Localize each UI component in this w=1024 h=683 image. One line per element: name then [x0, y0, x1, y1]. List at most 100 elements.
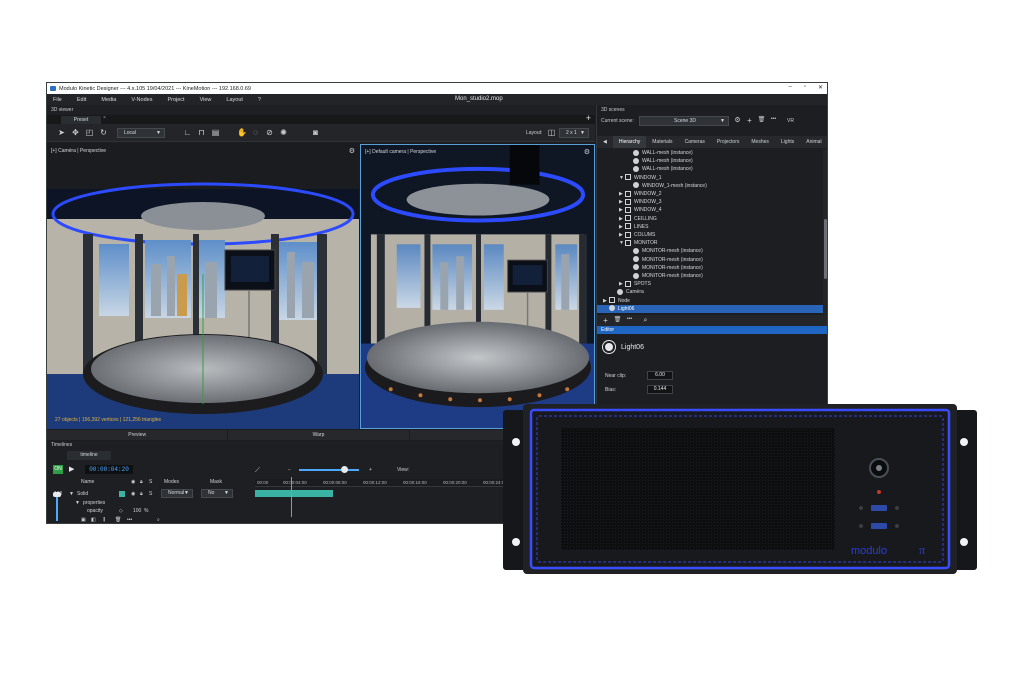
zoom-icon[interactable]: ⊘ — [265, 128, 274, 137]
trash-icon[interactable]: 🗑︎ — [757, 116, 766, 125]
more-icon[interactable]: ••• — [625, 315, 634, 324]
level-slider-track[interactable] — [56, 493, 58, 521]
tree-item[interactable]: ▼ WINDOW_1 — [597, 174, 823, 182]
current-scene-dropdown[interactable]: Scene 3D ▼ — [639, 116, 729, 126]
tree-item[interactable]: WALL-mesh (instance) — [597, 149, 823, 157]
tab-warp[interactable]: Warp — [228, 430, 410, 440]
tab-close-icon[interactable]: × — [103, 115, 106, 121]
layer-solo[interactable]: S — [149, 491, 152, 497]
layout-dropdown[interactable]: 2 x 1 ▼ — [559, 128, 589, 138]
maximize-icon[interactable]: ▫ — [804, 84, 806, 91]
viewport-camera[interactable]: [+] Caméra | Perspective ⚙ 27 objects | … — [47, 144, 359, 429]
tree-item[interactable]: WALL-mesh (instance) — [597, 165, 823, 173]
playhead[interactable] — [291, 477, 292, 517]
tab-cameras[interactable]: Cameras — [679, 136, 711, 148]
play-icon[interactable]: ▶ — [69, 465, 74, 473]
search-icon[interactable]: ⌕ — [157, 517, 160, 523]
opacity-property[interactable]: opacity — [87, 508, 103, 514]
tab-lights[interactable]: Lights — [775, 136, 800, 148]
eye-icon[interactable]: ◉ — [131, 491, 135, 497]
layer-color-swatch[interactable] — [119, 491, 125, 497]
trash-icon[interactable]: 🗑︎ — [115, 517, 121, 523]
tree-item[interactable]: ▶ COLUMS — [597, 231, 823, 239]
expand-arrow-icon[interactable]: ▼ — [75, 500, 80, 506]
tab-meshes[interactable]: Meshes — [745, 136, 775, 148]
tabs-scroll-left-icon[interactable]: ◀ — [597, 136, 613, 148]
curve-graph-icon[interactable]: ⟋ — [255, 467, 260, 475]
vr-toggle[interactable]: VR — [787, 118, 794, 124]
tree-item[interactable]: ▶ CEILLING — [597, 215, 823, 223]
gear-icon[interactable]: ⚙ — [349, 147, 355, 155]
menu-help[interactable]: ? — [252, 97, 270, 103]
layout-split-icon[interactable]: ◫ — [547, 128, 556, 137]
more-icon[interactable]: ••• — [769, 115, 778, 124]
tab-hierarchy[interactable]: Hierarchy — [612, 136, 647, 148]
add-icon[interactable]: + — [601, 316, 610, 325]
hand-pan-icon[interactable]: ✋ — [237, 128, 247, 137]
scrollbar-thumb[interactable] — [824, 219, 827, 279]
gear-icon[interactable]: ⚙ — [584, 148, 590, 156]
timecode-display[interactable]: 00:00:04:20 — [85, 465, 133, 474]
tree-scrollbar[interactable] — [823, 149, 827, 314]
bias-input[interactable]: 0.144 — [647, 385, 673, 394]
tab-preset[interactable]: Preset — [61, 116, 101, 124]
menu-file[interactable]: File — [47, 97, 71, 103]
rotate-icon[interactable]: ↻ — [99, 128, 108, 137]
tree-item[interactable]: ▶ WINDOW_4 — [597, 206, 823, 214]
tree-item[interactable]: MONITOR-mesh (instance) — [597, 256, 823, 264]
zoom-out-icon[interactable]: − — [288, 467, 291, 473]
close-icon[interactable]: ✕ — [818, 84, 823, 91]
timeline-on-toggle[interactable]: ON — [53, 465, 63, 474]
tree-item[interactable]: WINDOW_1-mesh (instance) — [597, 182, 823, 190]
level-slider-handle[interactable] — [53, 492, 61, 497]
menu-v-nodes[interactable]: V-Nodes — [125, 97, 161, 103]
menu-project[interactable]: Project — [161, 97, 193, 103]
new-layer-icon[interactable]: ◧ — [91, 517, 96, 523]
menu-media[interactable]: Media — [95, 97, 125, 103]
folder-icon[interactable]: ▣ — [81, 517, 86, 523]
annotation-icon[interactable]: ▤ — [211, 128, 220, 137]
tree-item[interactable]: Caméra — [597, 288, 823, 296]
minimize-icon[interactable]: – — [788, 84, 791, 91]
gear-icon[interactable]: ⚙ — [733, 116, 742, 125]
layer-name[interactable]: Solid — [77, 491, 88, 497]
menu-layout[interactable]: Layout — [220, 97, 252, 103]
keyframe-icon[interactable]: ◇ — [119, 508, 123, 514]
snap-corner-icon[interactable]: ∟ — [183, 128, 192, 137]
add-icon[interactable]: + — [745, 116, 754, 125]
orbit-icon[interactable]: ◌ — [251, 128, 260, 137]
tree-item[interactable]: MONITOR-mesh (instance) — [597, 264, 823, 272]
viewport-default-camera[interactable]: [+] Default camera | Perspective ⚙ — [360, 144, 595, 429]
light-name[interactable]: Light06 — [621, 344, 644, 351]
tree-item[interactable]: ▶ Node — [597, 297, 823, 305]
select-cursor-icon[interactable]: ➤ — [57, 128, 66, 137]
trash-icon[interactable]: 🗑︎ — [613, 316, 622, 325]
tree-item[interactable]: ▼ MONITOR — [597, 239, 823, 247]
focus-icon[interactable]: ✺ — [279, 128, 288, 137]
tree-item[interactable]: ▶ WINDOW_2 — [597, 190, 823, 198]
near-clip-input[interactable]: 6.00 — [647, 371, 673, 380]
more-icon[interactable]: ••• — [127, 517, 132, 523]
blend-mode-dropdown[interactable]: Normal ▼ — [161, 489, 193, 498]
tree-item[interactable]: MONITOR-mesh (instance) — [597, 272, 823, 280]
tab-timeline[interactable]: timeline — [67, 451, 111, 460]
tab-preview[interactable]: Preview — [47, 430, 229, 440]
camera-snapshot-icon[interactable]: ◙ — [311, 128, 320, 137]
zoom-in-icon[interactable]: + — [369, 467, 372, 473]
menu-edit[interactable]: Edit — [71, 97, 95, 103]
lock-icon[interactable]: 🔒︎ — [140, 491, 143, 497]
properties-group[interactable]: properties — [83, 500, 105, 506]
tree-item[interactable]: ▶ SPOTS — [597, 280, 823, 288]
add-tab-icon[interactable]: + — [586, 113, 591, 123]
scale-icon[interactable]: ◰ — [85, 128, 94, 137]
tree-item[interactable]: MONITOR-mesh (instance) — [597, 247, 823, 255]
search-icon[interactable]: ⌕ — [641, 316, 650, 325]
tab-materials[interactable]: Materials — [646, 136, 678, 148]
coord-mode-dropdown[interactable]: Local ▼ — [117, 128, 165, 138]
zoom-slider-handle[interactable] — [341, 466, 348, 473]
lock-icon[interactable]: 🔒︎ — [140, 479, 143, 485]
mask-dropdown[interactable]: No ▼ — [201, 489, 233, 498]
equalizer-icon[interactable]: ⫼ — [103, 517, 105, 523]
tree-item[interactable]: ▶ LINES — [597, 223, 823, 231]
zoom-slider-track[interactable] — [299, 469, 359, 471]
